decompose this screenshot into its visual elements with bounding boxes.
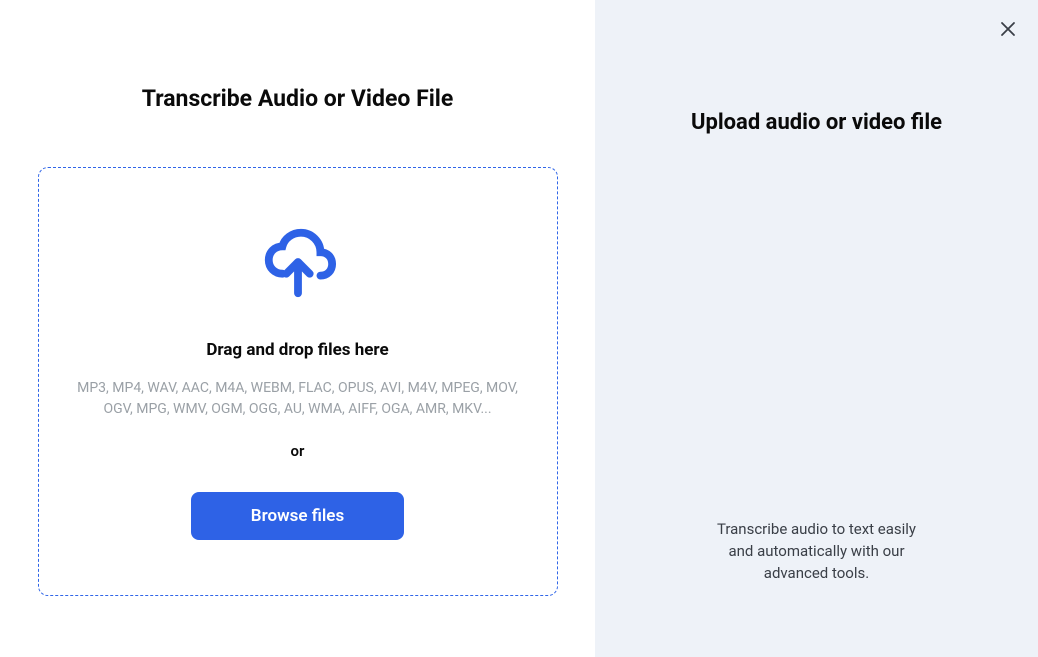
- cloud-upload-icon: [259, 223, 337, 305]
- close-icon: [1000, 21, 1016, 40]
- browse-files-button[interactable]: Browse files: [191, 492, 404, 540]
- page-title: Transcribe Audio or Video File: [142, 85, 454, 112]
- transcribe-panel: Transcribe Audio or Video File Drag and …: [0, 0, 595, 657]
- info-title: Upload audio or video file: [691, 110, 942, 135]
- info-description: Transcribe audio to text easily and auto…: [706, 519, 928, 584]
- close-button[interactable]: [996, 18, 1020, 42]
- info-panel: Upload audio or video file Transcribe au…: [595, 0, 1038, 657]
- drop-instruction: Drag and drop files here: [206, 340, 388, 360]
- supported-formats: MP3, MP4, WAV, AAC, M4A, WEBM, FLAC, OPU…: [69, 378, 527, 420]
- or-separator: or: [291, 442, 305, 460]
- file-dropzone[interactable]: Drag and drop files here MP3, MP4, WAV, …: [38, 167, 558, 596]
